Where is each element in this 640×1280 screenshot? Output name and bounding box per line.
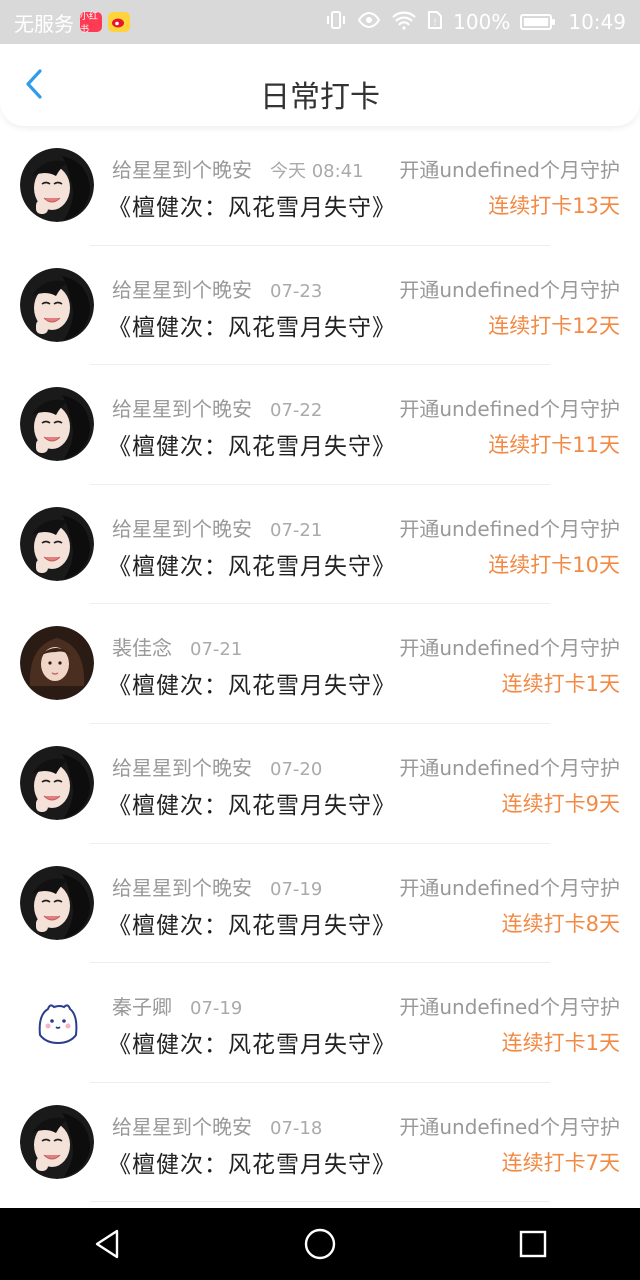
meta-line: 给星星到个晚安 07-22: [112, 393, 322, 422]
system-back-button[interactable]: [77, 1214, 137, 1274]
guard-status: 开通undefined个月守护: [399, 397, 620, 422]
checkin-date: 07-21: [190, 639, 243, 661]
book-title[interactable]: 《檀健次：风花雪月失守》: [108, 786, 396, 820]
sim-icon: !: [427, 10, 443, 35]
checkin-row[interactable]: 给星星到个晚安 今天 08:41 开通undefined个月守护 《檀健次：风花雪月失…: [0, 126, 640, 246]
streak-count: 连续打卡9天: [501, 791, 620, 816]
streak-count: 连续打卡7天: [501, 1150, 620, 1175]
checkin-row[interactable]: 秦子卿 07-19 开通undefined个月守护 《檀健次：风花雪月失守》 连续打卡1…: [0, 963, 640, 1083]
book-title[interactable]: 《檀健次：风花雪月失守》: [108, 188, 396, 222]
avatar[interactable]: [20, 745, 94, 820]
username[interactable]: 给星星到个晚安: [112, 513, 252, 542]
streak-count: 连续打卡8天: [501, 911, 620, 936]
username[interactable]: 裴佳念: [112, 632, 172, 661]
status-bar: 无服务 小红书 ! 100% 10:49: [0, 0, 640, 44]
username[interactable]: 给星星到个晚安: [112, 752, 252, 781]
header-bar: 日常打卡: [0, 44, 640, 126]
clock-time: 10:49: [568, 10, 626, 34]
row-divider: [90, 1201, 550, 1203]
guard-status: 开通undefined个月守护: [399, 636, 620, 661]
checkin-date: 今天 08:41: [270, 161, 364, 182]
avatar[interactable]: [20, 1104, 94, 1179]
meta-line: 给星星到个晚安 07-19: [112, 872, 322, 901]
guard-status: 开通undefined个月守护: [399, 755, 620, 780]
guard-status: 开通undefined个月守护: [399, 158, 620, 182]
checkin-date: 07-19: [270, 878, 323, 900]
avatar[interactable]: [20, 387, 94, 462]
username[interactable]: 秦子卿: [112, 991, 172, 1020]
vibrate-icon: [325, 10, 347, 35]
svg-text:!: !: [433, 18, 437, 28]
checkin-row[interactable]: 裴佳念 07-21 开通undefined个月守护 《檀健次：风花雪月失守》 连续打卡1…: [0, 604, 640, 724]
status-left: 无服务 小红书: [0, 8, 130, 37]
streak-count: 连续打卡12天: [488, 313, 620, 338]
username[interactable]: 给星星到个晚安: [112, 154, 252, 183]
status-right: ! 100% 10:49: [325, 10, 640, 35]
guard-status: 开通undefined个月守护: [399, 1114, 620, 1139]
streak-count: 连续打卡1天: [501, 1031, 620, 1056]
streak-count: 连续打卡13天: [488, 194, 620, 218]
avatar[interactable]: [20, 506, 94, 581]
guard-status: 开通undefined个月守护: [399, 277, 620, 302]
username[interactable]: 给星星到个晚安: [112, 1111, 252, 1140]
meta-line: 给星星到个晚安 07-23: [112, 274, 322, 303]
avatar[interactable]: [20, 626, 94, 701]
checkin-row[interactable]: 给星星到个晚安 07-20 开通undefined个月守护 《檀健次：风花雪月失守》 连…: [0, 724, 640, 844]
avatar[interactable]: [20, 267, 94, 342]
username[interactable]: 给星星到个晚安: [112, 872, 252, 901]
meta-line: 给星星到个晚安 今天 08:41: [112, 154, 364, 183]
system-home-button[interactable]: [290, 1214, 350, 1274]
guard-status: 开通undefined个月守护: [399, 516, 620, 541]
checkin-list[interactable]: 给星星到个晚安 今天 08:41 开通undefined个月守护 《檀健次：风花雪月失…: [0, 126, 640, 1208]
streak-count: 连续打卡10天: [488, 552, 620, 577]
checkin-date: 07-20: [270, 758, 323, 780]
meta-line: 给星星到个晚安 07-20: [112, 752, 322, 781]
streak-count: 连续打卡1天: [501, 672, 620, 697]
battery-level-text: 100%: [453, 10, 511, 34]
meta-line: 给星星到个晚安 07-18: [112, 1111, 322, 1140]
book-title[interactable]: 《檀健次：风花雪月失守》: [108, 666, 396, 700]
home-circle-icon: [304, 1228, 336, 1260]
checkin-row[interactable]: 给星星到个晚安 07-22 开通undefined个月守护 《檀健次：风花雪月失守》 连…: [0, 365, 640, 485]
checkin-date: 07-18: [270, 1117, 323, 1139]
recents-square-icon: [520, 1230, 547, 1258]
page-title: 日常打卡: [260, 80, 380, 115]
meta-line: 裴佳念 07-21: [112, 632, 242, 661]
meta-line: 给星星到个晚安 07-21: [112, 513, 322, 542]
system-nav-bar: [0, 1208, 640, 1280]
checkin-row[interactable]: 给星星到个晚安 07-19 开通undefined个月守护 《檀健次：风花雪月失守》 连…: [0, 844, 640, 964]
guard-status: 开通undefined个月守护: [399, 875, 620, 900]
avatar[interactable]: [20, 148, 94, 222]
checkin-row[interactable]: 给星星到个晚安 07-18 开通undefined个月守护 《檀健次：风花雪月失守》 连…: [0, 1083, 640, 1203]
avatar[interactable]: [20, 985, 94, 1060]
checkin-date: 07-23: [270, 280, 323, 302]
back-triangle-icon: [95, 1229, 118, 1259]
book-title[interactable]: 《檀健次：风花雪月失守》: [108, 906, 396, 940]
streak-count: 连续打卡11天: [488, 433, 620, 458]
checkin-row[interactable]: 给星星到个晚安 07-21 开通undefined个月守护 《檀健次：风花雪月失守》 连…: [0, 485, 640, 605]
checkin-date: 07-21: [270, 519, 323, 541]
wifi-icon: [391, 10, 417, 35]
book-title[interactable]: 《檀健次：风花雪月失守》: [108, 547, 396, 581]
system-recents-button[interactable]: [503, 1214, 563, 1274]
battery-icon: [520, 14, 556, 30]
book-title[interactable]: 《檀健次：风花雪月失守》: [108, 1025, 396, 1059]
meta-line: 秦子卿 07-19: [112, 991, 242, 1020]
guard-status: 开通undefined个月守护: [399, 995, 620, 1020]
avatar[interactable]: [20, 865, 94, 940]
username[interactable]: 给星星到个晚安: [112, 274, 252, 303]
eye-icon: [357, 10, 381, 34]
checkin-date: 07-22: [270, 400, 323, 422]
checkin-date: 07-19: [190, 998, 243, 1020]
username[interactable]: 给星星到个晚安: [112, 393, 252, 422]
carrier-text: 无服务: [14, 11, 74, 36]
weibo-icon: [108, 12, 130, 32]
checkin-row[interactable]: 给星星到个晚安 07-23 开通undefined个月守护 《檀健次：风花雪月失守》 连…: [0, 246, 640, 366]
book-title[interactable]: 《檀健次：风花雪月失守》: [108, 1145, 396, 1179]
book-title[interactable]: 《檀健次：风花雪月失守》: [108, 427, 396, 461]
xiaohongshu-icon: 小红书: [80, 12, 102, 35]
book-title[interactable]: 《檀健次：风花雪月失守》: [108, 308, 396, 342]
